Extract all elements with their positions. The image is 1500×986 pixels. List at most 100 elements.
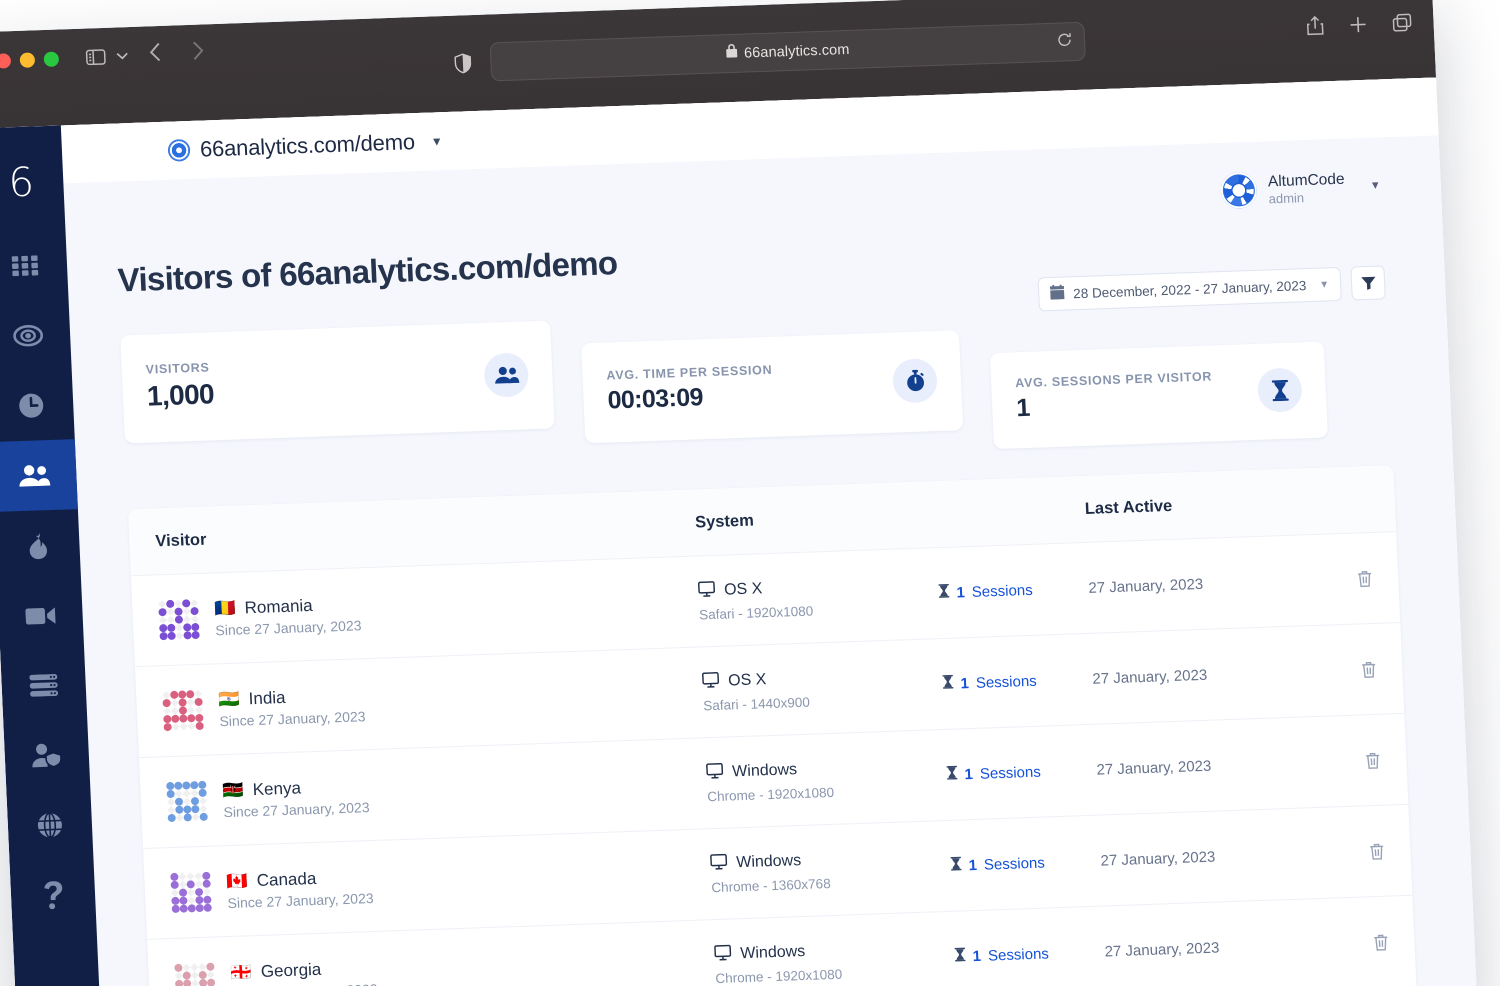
- sidebar-item-privacy[interactable]: [3, 719, 90, 792]
- country-flag-icon: 🇨🇦: [226, 870, 249, 892]
- column-header-system[interactable]: System: [695, 499, 1086, 532]
- cell-last-active: 27 January, 2023: [1100, 848, 1216, 870]
- visitor-identicon: [162, 690, 204, 732]
- stat-label: AVG. SESSIONS PER VISITOR: [1014, 368, 1213, 390]
- chevron-down-icon[interactable]: ▼: [430, 134, 443, 148]
- funnel-icon: [1360, 276, 1375, 290]
- os-name: OS X: [727, 671, 767, 690]
- delete-row-button[interactable]: [1332, 569, 1373, 587]
- user-shield-icon: [32, 743, 62, 768]
- date-range-value: 28 December, 2022 - 27 January, 2023: [1072, 277, 1307, 301]
- sessions-link[interactable]: 1 Sessions: [950, 852, 1101, 875]
- sessions-count: 1: [956, 583, 966, 601]
- filter-button[interactable]: [1350, 265, 1386, 301]
- cell-system: OS X Safari - 1920x1080: [697, 573, 940, 622]
- delete-row-button[interactable]: [1336, 660, 1377, 678]
- app-logo[interactable]: 6: [0, 133, 65, 232]
- sessions-link[interactable]: 1 Sessions: [942, 670, 1093, 693]
- sessions-count: 1: [972, 947, 982, 965]
- clock-icon: [19, 393, 44, 418]
- shield-icon[interactable]: [454, 53, 472, 79]
- reload-icon[interactable]: [1057, 32, 1073, 53]
- stat-label: AVG. TIME PER SESSION: [606, 362, 773, 383]
- sessions-link[interactable]: 1 Sessions: [946, 761, 1097, 784]
- sidebar-item-domains[interactable]: [6, 789, 93, 862]
- os-name: Windows: [731, 761, 798, 781]
- visitor-country: 🇮🇳 India: [218, 685, 365, 710]
- address-bar[interactable]: 66analytics.com: [489, 21, 1086, 82]
- visitors-table: Visitor System Last Active 🇷🇴 Romania Si…: [127, 465, 1421, 986]
- sidebar-item-visitors[interactable]: [0, 439, 78, 513]
- window-traffic-lights[interactable]: [0, 51, 60, 69]
- visitor-since: Since 27 January, 2023: [215, 616, 362, 638]
- stat-value: 00:03:09: [606, 382, 704, 415]
- desktop-icon: [710, 853, 728, 875]
- sidebar-toggle-icon[interactable]: [85, 48, 106, 65]
- cell-system: Windows Chrome - 1920x1080: [706, 754, 948, 804]
- country-flag-icon: 🇬🇪: [230, 961, 253, 983]
- share-icon[interactable]: [1306, 15, 1324, 36]
- column-header-last-active[interactable]: Last Active: [1084, 490, 1369, 519]
- sessions-link[interactable]: 1 Sessions: [938, 579, 1089, 602]
- globe-icon: [37, 812, 62, 839]
- visitor-country: 🇨🇦 Canada: [226, 867, 373, 892]
- trash-icon: [1357, 570, 1372, 587]
- sidebar-item-dashboard[interactable]: [0, 229, 69, 302]
- hourglass-icon: [950, 856, 962, 874]
- sidebar-item-recordings[interactable]: [0, 579, 84, 652]
- cell-visitor: 🇮🇳 India Since 27 January, 2023: [162, 672, 703, 732]
- account-role: admin: [1268, 190, 1305, 207]
- desktop-icon: [714, 944, 732, 966]
- visitor-country: 🇷🇴 Romania: [214, 594, 361, 618]
- delete-row-button[interactable]: [1348, 933, 1389, 951]
- delete-row-button[interactable]: [1344, 842, 1385, 860]
- country-flag-icon: 🇮🇳: [218, 689, 241, 710]
- visitor-identicon: [166, 780, 208, 823]
- cell-visitor: 🇨🇦 Canada Since 27 January, 2023: [170, 854, 711, 914]
- sidebar-item-help[interactable]: [10, 859, 97, 932]
- trash-icon: [1374, 934, 1388, 951]
- chevron-down-icon[interactable]: ▼: [1370, 179, 1381, 191]
- visitor-country: 🇬🇪 Georgia: [230, 957, 377, 982]
- forward-arrow-icon[interactable]: [181, 40, 215, 66]
- sidebar-item-servers[interactable]: [0, 649, 87, 722]
- cell-system: Windows Chrome - 1360x768: [710, 845, 952, 895]
- desktop-icon: [702, 671, 720, 693]
- close-window-button[interactable]: [0, 53, 12, 69]
- sidebar-item-overview[interactable]: [0, 299, 72, 372]
- plus-icon[interactable]: [1349, 15, 1367, 33]
- tab-overview-icon[interactable]: [1392, 13, 1412, 32]
- stat-value: 1: [1015, 393, 1031, 422]
- hourglass-icon: [1256, 367, 1303, 413]
- delete-row-button[interactable]: [1340, 751, 1381, 769]
- stat-cards: VISITORS 1,000 AVG. TIME PER SESSION 00:…: [120, 291, 1392, 479]
- minimize-window-button[interactable]: [19, 52, 36, 68]
- sidebar-item-trending[interactable]: [0, 509, 81, 582]
- system-browser: Safari - 1920x1080: [698, 602, 814, 622]
- account-name: AltumCode: [1267, 170, 1345, 191]
- visitor-identicon: [170, 871, 212, 914]
- chevron-down-icon[interactable]: ▼: [1319, 279, 1329, 290]
- hourglass-icon: [938, 583, 950, 602]
- sessions-link[interactable]: 1 Sessions: [954, 943, 1105, 966]
- back-arrow-icon[interactable]: [138, 42, 172, 68]
- maximize-window-button[interactable]: [43, 51, 60, 68]
- system-os: Windows: [706, 754, 947, 783]
- sessions-label: Sessions: [987, 944, 1050, 965]
- visitor-since: Since 27 January, 2023: [219, 707, 366, 729]
- visitor-since: Since 27 January, 2023: [227, 889, 374, 911]
- hourglass-icon: [954, 947, 966, 965]
- browser-window: 66analytics.com 66analytics.com/demo ▼ 6…: [0, 0, 1478, 986]
- flame-icon: [29, 532, 47, 559]
- country-name: Romania: [244, 595, 314, 617]
- sidebar-dropdown-chevron-icon[interactable]: [116, 51, 129, 60]
- system-os: Windows: [714, 936, 955, 965]
- column-header-visitor[interactable]: Visitor: [155, 513, 696, 551]
- system-os: OS X: [702, 664, 943, 693]
- country-name: Kenya: [252, 777, 302, 799]
- sidebar-item-realtime[interactable]: [0, 369, 75, 442]
- eye-icon: [13, 325, 44, 347]
- stat-label: VISITORS: [145, 360, 210, 377]
- sessions-label: Sessions: [971, 581, 1034, 601]
- lock-icon: [725, 44, 738, 63]
